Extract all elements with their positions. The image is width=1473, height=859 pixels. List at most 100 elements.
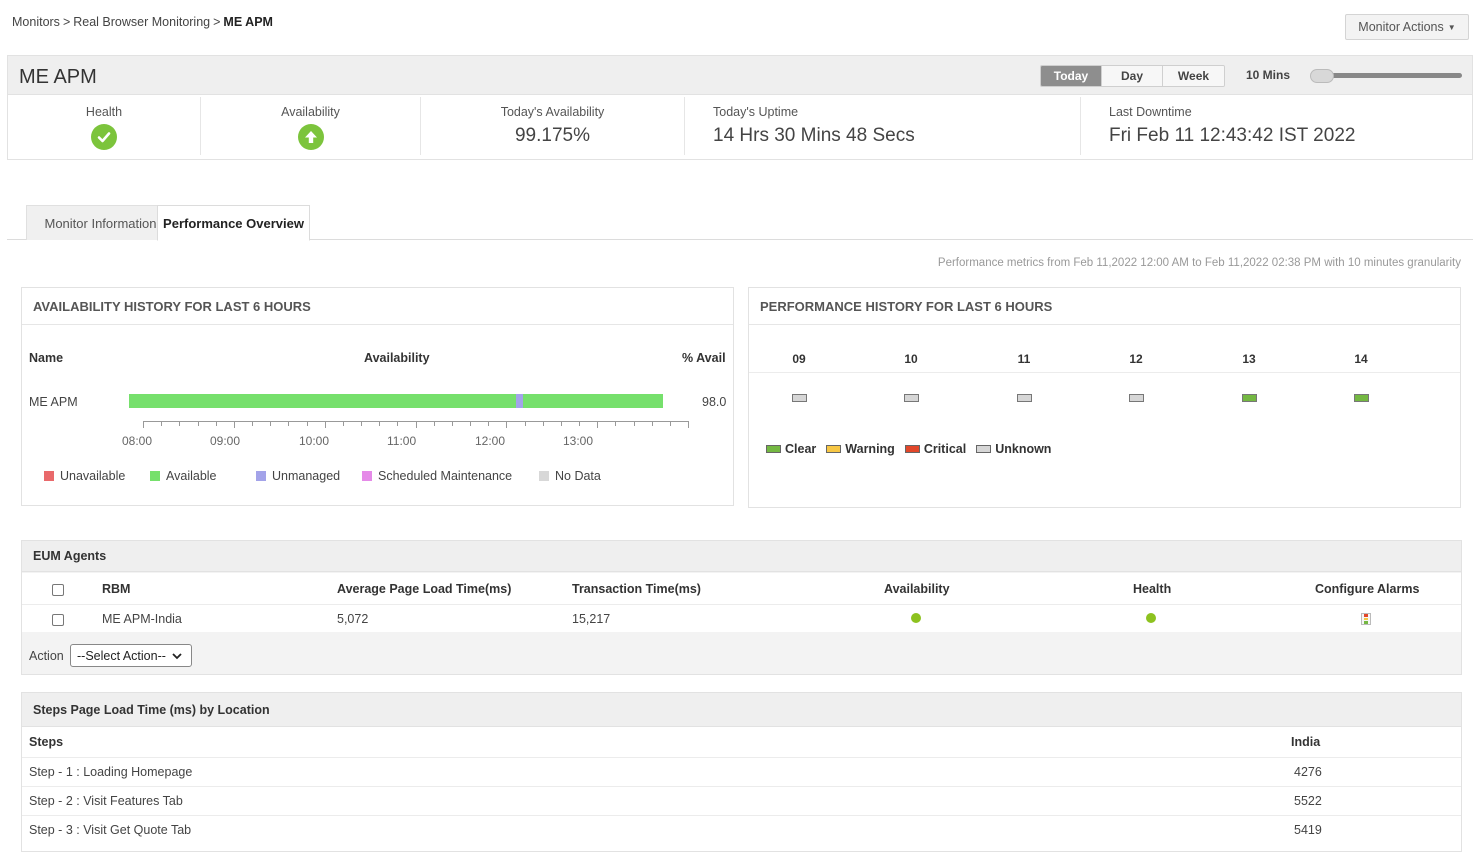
axis-tick [342,421,344,426]
time-label: 12:00 [475,434,506,448]
caret-down-icon: ▼ [1447,22,1456,32]
nodata-swatch [539,471,549,481]
axis-tick [506,421,508,428]
time-label: 09:00 [210,434,241,448]
eum-row-name[interactable]: ME APM-India [102,612,182,626]
step-name: Step - 2 : Visit Features Tab [29,794,183,808]
row-checkbox[interactable] [52,614,64,626]
eum-header-row [22,573,1461,604]
legend-unmanaged: Unmanaged [256,469,340,483]
axis-tick [488,421,490,426]
legend-clear-label: Clear [785,442,817,456]
performance-history-panel: PERFORMANCE HISTORY FOR LAST 6 HOURS 09 … [748,287,1461,508]
availability-history-title: AVAILABILITY HISTORY FOR LAST 6 HOURS [22,288,733,325]
axis-tick [397,421,399,426]
legend-unavailable-label: Unavailable [60,469,126,483]
availability-up-icon[interactable] [297,124,324,150]
health-status-dot[interactable] [1146,613,1156,623]
chevron-down-icon [172,652,182,659]
eum-col-rbm: RBM [102,582,131,596]
legend-available: Available [150,469,217,483]
available-swatch [150,471,160,481]
legend-clear: Clear [766,442,816,456]
breadcrumb: Monitors > Real Browser Monitoring > ME APM [12,15,273,29]
axis-tick [451,421,453,426]
step-value: 5522 [1294,794,1322,808]
unavailable-swatch [44,471,54,481]
perf-status-cell[interactable] [1242,394,1257,402]
eum-col-transaction: Transaction Time(ms) [572,582,701,596]
steps-col-steps: Steps [29,735,64,749]
range-today-button[interactable]: Today [1041,66,1102,86]
table-row: Step - 1 : Loading Homepage 4276 [22,757,1461,786]
perf-status-cell[interactable] [1129,394,1144,402]
perf-hour-label: 14 [1354,352,1368,366]
perf-hour-label: 12 [1129,352,1143,366]
perf-status-cell[interactable] [1354,394,1369,402]
legend-warning-label: Warning [845,442,895,456]
breadcrumb-separator: > [62,15,71,29]
axis-tick [669,421,671,426]
select-all-checkbox[interactable] [52,584,64,596]
perf-status-cell[interactable] [792,394,807,402]
todays-availability-value: 99.175% [514,125,590,146]
action-select[interactable]: --Select Action-- [70,644,192,667]
axis-tick [524,421,526,426]
availability-label: Availability [281,105,340,119]
tab-monitor-information[interactable]: Monitor Information [26,205,175,240]
action-select-value: --Select Action-- [77,648,166,663]
axis-tick [270,421,272,426]
downtime-label: Last Downtime [1109,105,1192,119]
eum-agents-title: EUM Agents [22,541,1461,572]
axis-tick [415,421,417,428]
monitor-header: ME APM Today Day Week 10 Mins [7,55,1473,95]
eum-col-avg-page-load: Average Page Load Time(ms) [337,582,512,596]
configure-alarm-icon[interactable] [1361,613,1371,625]
step-name: Step - 1 : Loading Homepage [29,765,193,779]
legend-unavailable: Unavailable [44,469,125,483]
table-row: Step - 2 : Visit Features Tab 5522 [22,786,1461,815]
granularity-slider-track[interactable] [1321,73,1462,78]
axis-tick [470,421,471,426]
availability-history-panel: AVAILABILITY HISTORY FOR LAST 6 HOURS Na… [21,287,734,506]
axis-tick [143,421,144,428]
legend-warning: Warning [826,442,895,456]
action-label: Action [29,649,64,663]
perf-legend: Clear Warning Critical Unknown [766,442,1051,456]
eum-data-row [22,604,1461,632]
availability-ticks [143,421,689,428]
legend-scheduled: Scheduled Maintenance [362,469,512,483]
axis-tick [215,421,217,426]
availability-col-pct: % Avail [682,351,726,365]
range-week-button[interactable]: Week [1163,66,1224,86]
availability-bar[interactable] [129,394,663,408]
range-day-button[interactable]: Day [1102,66,1163,86]
critical-swatch [904,445,920,453]
axis-tick [179,421,181,426]
breadcrumb-rbm[interactable]: Real Browser Monitoring [73,15,210,29]
perf-hour-label: 13 [1242,352,1256,366]
availability-row-name: ME APM [29,395,78,409]
stat-divider [684,97,685,155]
health-ok-icon[interactable] [91,124,117,150]
warning-swatch [826,445,842,453]
time-label: 08:00 [122,434,153,448]
axis-tick [579,421,580,426]
breadcrumb-monitors[interactable]: Monitors [12,15,60,29]
axis-tick [197,421,199,426]
perf-hour-label: 09 [792,352,806,366]
todays-availability-label: Today's Availability [500,105,605,119]
tab-performance-overview[interactable]: Performance Overview [157,205,310,241]
granularity-slider-handle[interactable] [1310,69,1334,83]
eum-col-availability: Availability [884,582,950,596]
perf-status-cell[interactable] [1017,394,1032,402]
legend-unmanaged-label: Unmanaged [272,469,341,483]
monitor-actions-label: Monitor Actions [1358,20,1444,34]
availability-unmanaged-segment [516,394,523,408]
perf-status-cell[interactable] [904,394,919,402]
availability-status-dot[interactable] [911,613,921,623]
time-label: 10:00 [299,434,330,448]
eum-row-transaction: 15,217 [572,612,611,626]
monitor-actions-button[interactable]: Monitor Actions ▼ [1345,14,1469,40]
axis-tick [651,421,653,426]
